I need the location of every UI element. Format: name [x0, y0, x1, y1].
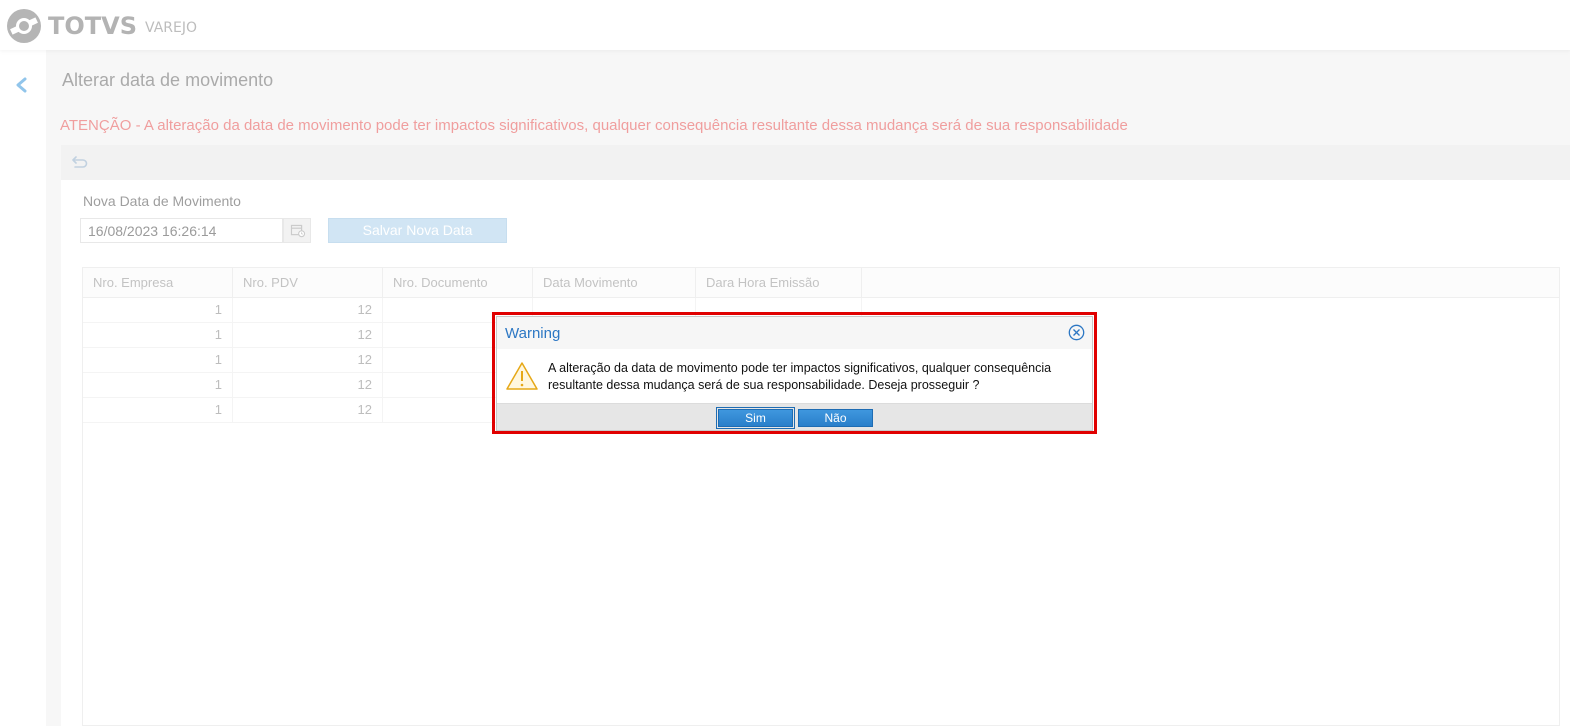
dialog-title: Warning: [505, 325, 561, 342]
warning-dialog: Warning A alteração da data de movimento…: [496, 316, 1093, 431]
dialog-footer: Sim Não: [497, 403, 1092, 430]
yes-button[interactable]: Sim: [716, 407, 795, 429]
dialog-body: A alteração da data de movimento pode te…: [497, 349, 1092, 403]
close-icon[interactable]: [1068, 324, 1085, 341]
dialog-message: A alteração da data de movimento pode te…: [548, 361, 1052, 392]
dialog-header: Warning: [497, 317, 1092, 349]
warning-triangle-icon: [506, 362, 538, 390]
no-button[interactable]: Não: [798, 409, 873, 427]
